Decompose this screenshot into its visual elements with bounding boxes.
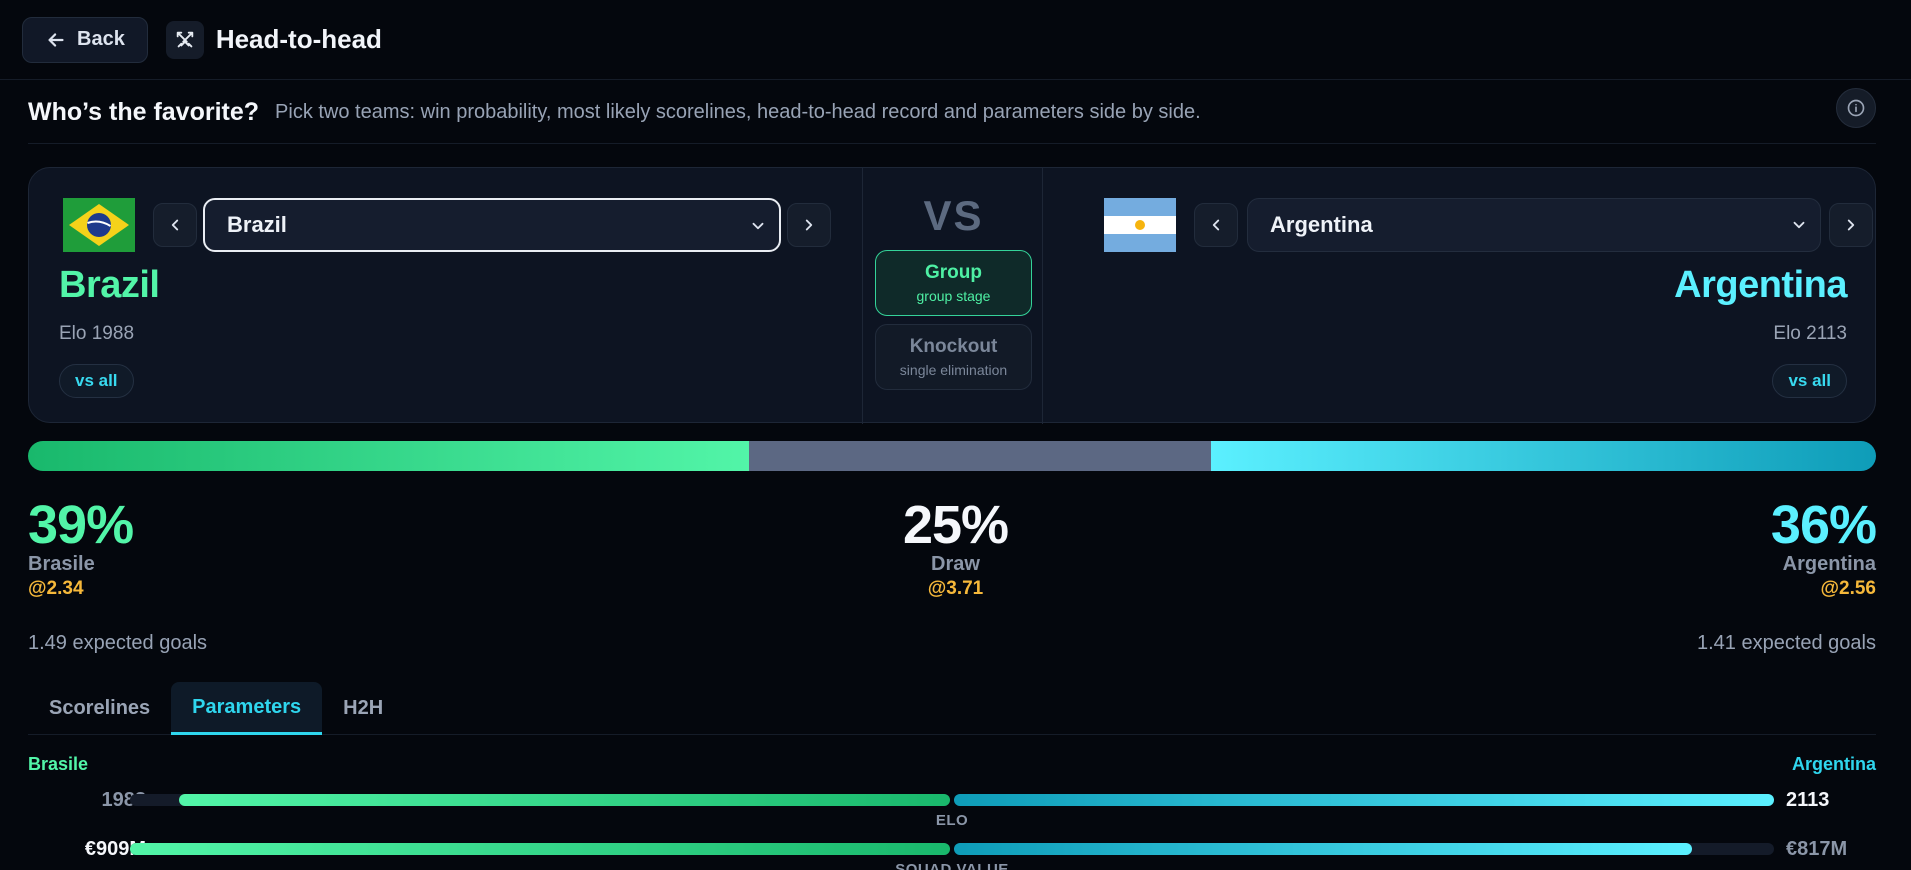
chevron-down-icon: [752, 222, 764, 230]
chevron-right-icon: [805, 219, 813, 231]
mode-group-button[interactable]: Group group stage: [875, 250, 1032, 316]
tab-scorelines[interactable]: Scorelines: [28, 682, 171, 735]
elo-home-fill: [179, 794, 950, 806]
home-win-segment: [28, 441, 749, 471]
squad-value-parameter-label: SQUAD VALUE: [895, 861, 1009, 870]
away-expected-goals: 1.41 expected goals: [1696, 632, 1876, 654]
page-title: Head-to-head: [215, 24, 382, 54]
win-probability-bar: [28, 441, 1876, 471]
tab-parameters[interactable]: Parameters: [171, 682, 323, 735]
home-expected-goals: 1.49 expected goals: [28, 632, 208, 654]
back-button[interactable]: Back: [22, 16, 148, 63]
home-team-name: Brazil: [59, 264, 160, 306]
home-team-elo: Elo 1988: [59, 323, 135, 344]
home-prev-button[interactable]: [153, 203, 197, 247]
home-team-panel: Brazil Brazil Elo 1988 vs all: [29, 168, 862, 424]
detail-tabs: Scorelines Parameters H2H: [28, 682, 1876, 735]
away-win-percent: 36%: [1770, 495, 1877, 555]
intro-title: Who’s the favorite?: [28, 98, 260, 126]
draw-odds: @3.71: [927, 578, 984, 599]
away-win-segment: [1210, 441, 1876, 471]
info-icon: [1847, 99, 1865, 117]
squad-value-home-track: [130, 843, 950, 855]
home-vs-all-button[interactable]: vs all: [59, 364, 134, 398]
chevron-down-icon: [1793, 221, 1805, 229]
mode-group-title: Group: [925, 262, 982, 283]
chevron-left-icon: [171, 219, 179, 231]
tab-h2h[interactable]: H2H: [322, 682, 404, 735]
squad-value-away-fill: [954, 843, 1692, 855]
away-win-odds: @2.56: [1820, 578, 1876, 599]
away-team-select[interactable]: Argentina: [1247, 198, 1821, 252]
draw-label: Draw: [931, 553, 980, 575]
elo-away-fill: [954, 794, 1774, 806]
away-team-panel: Argentina Argentina Elo 2113 vs all: [1043, 168, 1877, 424]
elo-away-value: 2113: [1786, 789, 1830, 811]
away-win-label: Argentina: [1782, 553, 1876, 575]
squad-value-away-value: €817M: [1786, 838, 1848, 860]
parameters-away-label: Argentina: [1791, 754, 1876, 774]
away-next-button[interactable]: [1829, 203, 1873, 247]
parameters-home-label: Brasile: [28, 754, 89, 774]
chevron-left-icon: [1212, 219, 1220, 231]
parameter-row-squad-value: €909M €817M: [28, 838, 1876, 860]
squad-value-home-fill: [130, 843, 950, 855]
elo-parameter-label: ELO: [935, 812, 969, 829]
away-vs-all-button[interactable]: vs all: [1772, 364, 1847, 398]
intro-header: Who’s the favorite? Pick two teams: win …: [28, 88, 1876, 144]
elo-home-track: [130, 794, 950, 806]
home-team-select[interactable]: Brazil: [203, 198, 781, 252]
home-team-select-value: Brazil: [227, 212, 287, 237]
draw-percent: 25%: [902, 495, 1009, 555]
match-card: Brazil Brazil Elo 1988 vs all VS Group g…: [28, 167, 1877, 424]
away-prev-button[interactable]: [1194, 203, 1238, 247]
arrow-left-icon: [48, 32, 64, 47]
mode-group-subtitle: group stage: [916, 288, 991, 304]
info-button[interactable]: [1836, 88, 1876, 128]
argentina-flag-icon: [1104, 198, 1176, 252]
versus-column: VS Group group stage Knockout single eli…: [862, 168, 1043, 424]
top-bar: Back Head-to-head: [0, 0, 1911, 80]
away-team-name: Argentina: [1674, 264, 1847, 306]
parameter-row-elo: 1988 2113: [28, 789, 1876, 811]
home-next-button[interactable]: [787, 203, 831, 247]
chevron-right-icon: [1847, 219, 1855, 231]
elo-away-track: [954, 794, 1774, 806]
intro-subtitle: Pick two teams: win probability, most li…: [275, 101, 1201, 123]
draw-segment: [748, 441, 1211, 471]
brazil-flag-icon: [63, 198, 135, 252]
mode-knockout-button[interactable]: Knockout single elimination: [875, 324, 1032, 390]
back-label: Back: [77, 28, 125, 50]
away-team-elo: Elo 2113: [1773, 323, 1847, 344]
mode-knockout-subtitle: single elimination: [899, 362, 1008, 378]
mode-knockout-title: Knockout: [909, 336, 998, 357]
squad-value-away-track: [954, 843, 1774, 855]
crossed-swords-icon: [165, 20, 204, 59]
vs-label: VS: [923, 192, 984, 239]
away-team-select-value: Argentina: [1270, 212, 1373, 237]
